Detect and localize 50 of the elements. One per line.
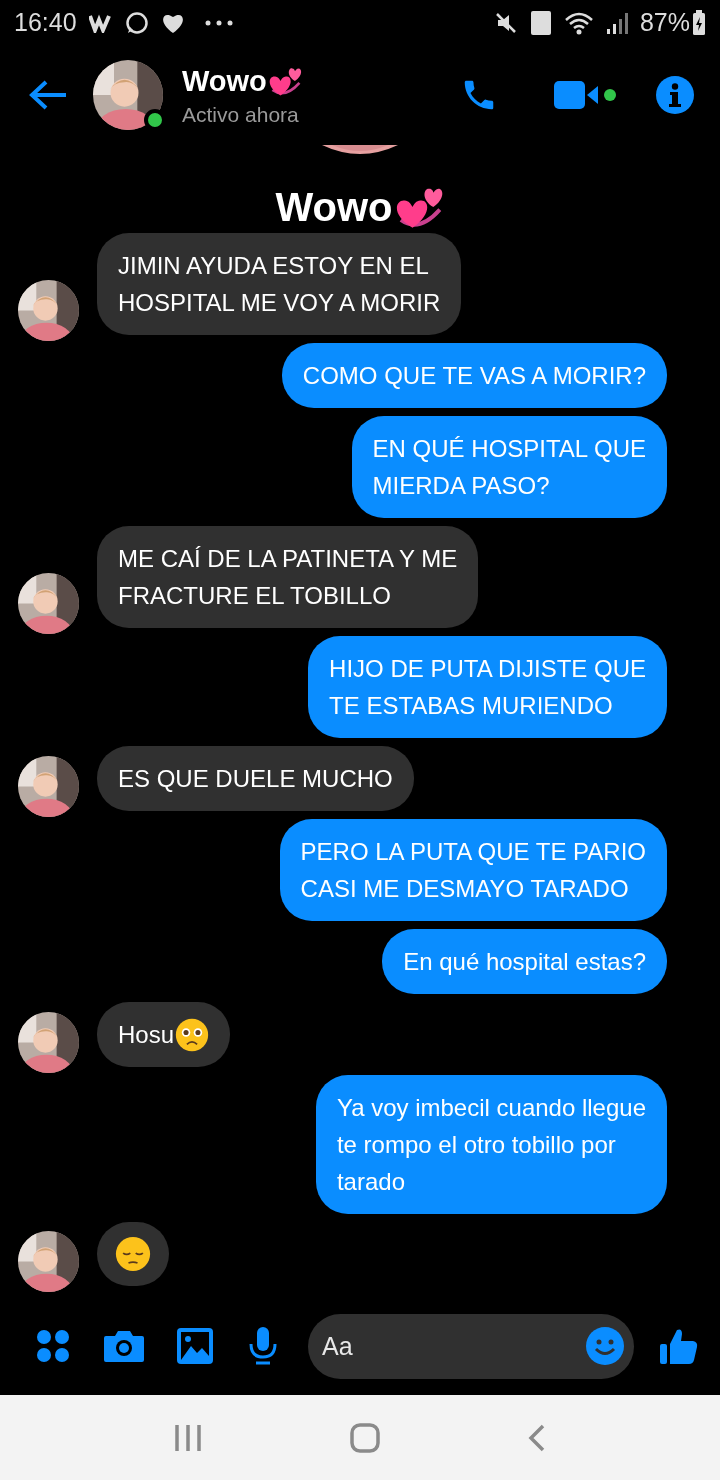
battery-icon xyxy=(692,9,706,36)
more-actions-button[interactable] xyxy=(36,1329,70,1363)
info-button[interactable] xyxy=(656,76,694,114)
thumbs-up-icon xyxy=(660,1327,698,1365)
back-arrow-icon xyxy=(28,79,68,111)
sent-message: En qué hospital estas? xyxy=(382,929,667,994)
contact-name: Wowo xyxy=(182,64,267,98)
received-message: JIMIN AYUDA ESTOY EN EL HOSPITAL ME VOY A MORIR xyxy=(97,233,462,335)
wifi-icon xyxy=(563,10,594,35)
more-icon xyxy=(204,19,233,26)
recent-apps-icon xyxy=(174,1424,202,1451)
recent-apps-button[interactable] xyxy=(174,1424,202,1451)
received-message: ME CAÍ DE LA PATINETA Y ME FRACTURE EL TOBILLO xyxy=(97,526,479,628)
sent-message: COMO QUE TE VAS A MORIR? xyxy=(281,343,667,408)
pleading-face-icon xyxy=(175,1017,210,1052)
microphone-icon xyxy=(248,1327,278,1365)
back-nav-button[interactable] xyxy=(528,1423,546,1452)
signal-icon xyxy=(605,10,628,35)
sent-message: HIJO DE PUTA DIJISTE QUE TE ESTABAS MURIENDO xyxy=(308,636,667,738)
app-notification-icon xyxy=(88,12,113,33)
message-text: Hosu xyxy=(118,1020,175,1050)
apps-icon xyxy=(36,1329,70,1363)
sent-message: PERO LA PUTA QUE TE PARIO CASI ME DESMAYO TARADO xyxy=(279,819,667,921)
battery-percentage: 87% xyxy=(639,8,690,37)
back-chevron-icon xyxy=(528,1423,546,1452)
home-button[interactable] xyxy=(350,1422,380,1453)
sent-message: EN QUÉ HOSPITAL QUE MIERDA PASO? xyxy=(351,416,667,518)
back-button[interactable] xyxy=(28,79,68,111)
received-message: ES QUE DUELE MUCHO xyxy=(97,746,414,811)
contact-status: Activo ahora xyxy=(182,103,300,127)
message-input[interactable]: Aa xyxy=(308,1313,634,1379)
video-camera-icon xyxy=(554,80,618,110)
sent-message: Ya voy imbecil cuando llegue te rompo el otro tobillo por tarado xyxy=(315,1075,667,1214)
home-icon xyxy=(350,1422,380,1453)
network-type-icon xyxy=(529,9,552,36)
camera-button[interactable] xyxy=(103,1329,145,1363)
image-icon xyxy=(177,1328,213,1364)
camera-icon xyxy=(103,1329,145,1363)
gallery-button[interactable] xyxy=(177,1328,213,1364)
info-icon xyxy=(656,76,694,114)
mute-icon xyxy=(493,10,518,35)
video-call-button[interactable] xyxy=(554,80,618,110)
chat-bubble-icon xyxy=(124,10,149,35)
like-button[interactable] xyxy=(660,1327,698,1365)
smiley-icon xyxy=(586,1326,624,1365)
clock-time: 16:40 xyxy=(14,8,77,37)
voice-message-button[interactable] xyxy=(248,1327,278,1365)
conversation-title: Wowo xyxy=(275,184,393,230)
emoji-button[interactable] xyxy=(586,1326,624,1365)
pensive-face-icon xyxy=(115,1236,151,1272)
